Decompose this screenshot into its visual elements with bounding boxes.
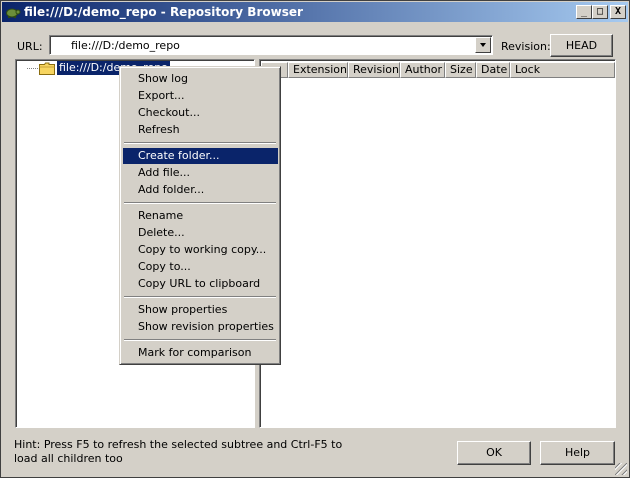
tortoise-app-icon [6,8,21,18]
menu-item-delete[interactable]: Delete... [123,225,278,241]
menu-item-export[interactable]: Export... [123,88,278,104]
tree-connector [27,68,38,69]
column-header-revision[interactable]: Revision [348,62,400,78]
resize-grip-icon[interactable] [615,463,627,475]
file-list[interactable] [259,59,616,428]
menu-item-add-file[interactable]: Add file... [123,165,278,181]
revision-head-button[interactable]: HEAD [550,34,613,57]
folder-icon [39,62,55,75]
menu-separator [124,202,276,204]
menu-item-checkout[interactable]: Checkout... [123,105,278,121]
ok-button[interactable]: OK [457,441,531,465]
column-header-extension[interactable]: Extension [288,62,348,78]
menu-item-create-folder[interactable]: Create folder... [123,148,278,164]
menu-item-add-folder[interactable]: Add folder... [123,182,278,198]
close-button[interactable]: X [610,5,626,19]
menu-item-mark-for-comparison[interactable]: Mark for comparison [123,345,278,361]
chevron-down-icon[interactable] [475,37,491,53]
minimize-button[interactable]: _ [576,5,592,19]
help-label: Help [564,446,591,459]
menu-item-show-properties[interactable]: Show properties [123,302,278,318]
url-combobox[interactable]: file:///D:/demo_repo [49,35,493,55]
title-bar[interactable]: file:///D:/demo_repo - Repository Browse… [2,2,628,22]
menu-item-show-log[interactable]: Show log [123,71,278,87]
revision-head-label: HEAD [565,39,598,52]
menu-item-refresh[interactable]: Refresh [123,122,278,138]
context-menu: Show log Export... Checkout... Refresh C… [119,66,281,365]
url-label: URL: [17,40,43,53]
url-value[interactable]: file:///D:/demo_repo [71,39,180,52]
revision-label: Revision: [501,40,551,53]
repository-browser-window: file:///D:/demo_repo - Repository Browse… [0,0,630,478]
menu-item-copy-url[interactable]: Copy URL to clipboard [123,276,278,292]
ok-label: OK [486,446,502,459]
column-header-size[interactable]: Size [445,62,476,78]
column-header-date[interactable]: Date [476,62,510,78]
hint-text: Hint: Press F5 to refresh the selected s… [14,438,343,465]
help-button[interactable]: Help [540,441,615,465]
window-title: file:///D:/demo_repo - Repository Browse… [24,5,303,19]
menu-separator [124,142,276,144]
menu-item-rename[interactable]: Rename [123,208,278,224]
column-header-lock[interactable]: Lock [510,62,615,78]
menu-separator [124,339,276,341]
menu-item-show-revision-properties[interactable]: Show revision properties [123,319,278,335]
menu-item-copy-to-working-copy[interactable]: Copy to working copy... [123,242,278,258]
menu-separator [124,296,276,298]
menu-item-copy-to[interactable]: Copy to... [123,259,278,275]
maximize-button[interactable]: □ [592,5,608,19]
column-header-author[interactable]: Author [400,62,445,78]
